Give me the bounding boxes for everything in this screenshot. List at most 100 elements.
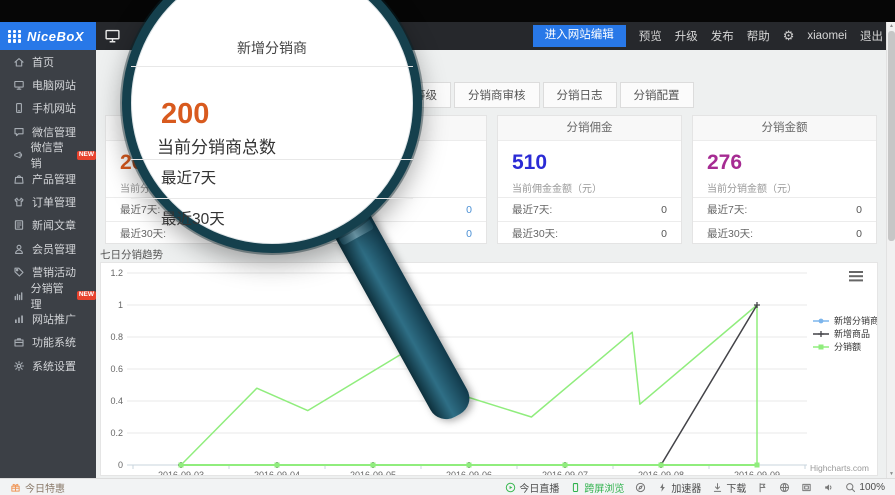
settings-gear-icon[interactable]: ⚙	[783, 28, 795, 44]
menu-upgrade[interactable]: 升级	[675, 28, 698, 44]
magnifier-glass: 新增分销商 200 当前分销商总数 最近7天 最近30天	[122, 0, 422, 253]
status-item-label: 100%	[859, 482, 885, 493]
sidebar-item-wechat-marketing[interactable]: 微信营销NEW	[0, 144, 96, 167]
tab-logs[interactable]: 分销日志	[543, 82, 617, 108]
sidebar-item-label: 产品管理	[32, 171, 76, 187]
member-icon	[13, 243, 25, 255]
sidebar-item-promotion[interactable]: 网站推广	[0, 307, 96, 330]
card-commission: 分销佣金510当前佣金金额（元）最近7天:0最近30天:0	[497, 115, 682, 244]
sidebar-item-settings[interactable]: 系统设置	[0, 354, 96, 377]
phone-green-icon	[570, 482, 581, 493]
scroll-up-arrow[interactable]: ▲	[887, 23, 895, 29]
status-item-window[interactable]	[801, 482, 812, 493]
gift-icon	[10, 482, 21, 493]
sidebar-item-members[interactable]: 会员管理	[0, 237, 96, 260]
card-caption: 当前佣金金额（元）	[512, 180, 602, 195]
chart-title: 七日分销趋势	[100, 247, 163, 262]
card-value: 276	[707, 151, 742, 175]
new-badge: NEW	[77, 151, 96, 160]
sidebar-item-label: 分销管理	[31, 280, 70, 312]
scroll-down-arrow[interactable]: ▼	[887, 471, 895, 477]
row-value: 0	[466, 204, 472, 216]
lightning-icon	[657, 482, 668, 493]
card-amount: 分销金额276当前分销金额（元）最近7天:0最近30天:0	[692, 115, 877, 244]
status-item-download[interactable]: 下载	[712, 480, 746, 495]
brand-logo[interactable]: NiceBoX	[0, 22, 96, 50]
sidebar-item-label: 功能系统	[32, 334, 76, 350]
status-item-cross-screen[interactable]: 跨屏浏览	[570, 480, 624, 495]
sidebar-item-distribution[interactable]: 分销管理NEW	[0, 284, 96, 307]
enter-site-edit-button[interactable]: 进入网站编辑	[533, 25, 626, 47]
row-value: 0	[856, 228, 862, 240]
username[interactable]: xiaomei	[807, 30, 847, 42]
chart-menu-icon[interactable]	[849, 275, 863, 277]
legend-item[interactable]: 新增分销商	[834, 315, 877, 326]
sidebar: 首页电脑网站手机网站微信管理微信营销NEW产品管理订单管理新闻文章会员管理营销活…	[0, 50, 96, 478]
status-item-zoom[interactable]: 100%	[845, 482, 885, 493]
menu-help[interactable]: 帮助	[747, 28, 770, 44]
case-icon	[13, 336, 25, 348]
magnified-card-caption: 当前分销商总数	[157, 133, 276, 158]
sidebar-item-features[interactable]: 功能系统	[0, 331, 96, 354]
status-item-live[interactable]: 今日直播	[505, 480, 559, 495]
tab-review[interactable]: 分销商审核	[454, 82, 540, 108]
screenshot-root: NiceBoX 进入网站编辑 预览 升级 发布 帮助 ⚙ xiaomei 退出 …	[0, 0, 895, 495]
legend-item[interactable]: 新增商品	[834, 328, 870, 339]
logout-link[interactable]: 退出	[860, 28, 883, 44]
svg-text:2016-09-06: 2016-09-06	[446, 470, 492, 475]
tab-config[interactable]: 分销配置	[620, 82, 694, 108]
home-icon	[13, 56, 25, 68]
sidebar-item-label: 订单管理	[32, 194, 76, 210]
magnified-card: 新增分销商 200 当前分销商总数 最近7天 最近30天	[131, 0, 413, 244]
todays-deal-item[interactable]: 今日特惠	[10, 480, 65, 495]
card-caption: 当前分销金额（元）	[707, 180, 797, 195]
scrollbar-thumb[interactable]	[888, 31, 895, 241]
status-item-booster[interactable]: 加速器	[657, 480, 701, 495]
sidebar-item-home[interactable]: 首页	[0, 50, 96, 73]
sidebar-item-products[interactable]: 产品管理	[0, 167, 96, 190]
chart-menu-icon[interactable]	[849, 279, 863, 281]
svg-text:0.8: 0.8	[110, 332, 123, 342]
status-item-label: 加速器	[671, 480, 701, 495]
chart-menu-icon[interactable]	[849, 271, 863, 273]
menu-publish[interactable]: 发布	[711, 28, 734, 44]
sidebar-item-pc-site[interactable]: 电脑网站	[0, 73, 96, 96]
svg-text:2016-09-09: 2016-09-09	[734, 470, 780, 475]
shirt-icon	[13, 196, 25, 208]
row-value: 0	[466, 228, 472, 240]
svg-text:2016-09-03: 2016-09-03	[158, 470, 204, 475]
sidebar-item-label: 营销活动	[32, 264, 76, 280]
tag-icon	[13, 266, 25, 278]
row-label: 最近7天:	[512, 202, 552, 217]
legend-item[interactable]: 分销额	[834, 341, 861, 352]
svg-text:0.6: 0.6	[110, 364, 123, 374]
new-badge: NEW	[77, 291, 96, 300]
pc-view-icon[interactable]	[104, 27, 121, 49]
compass-icon	[635, 482, 646, 493]
row-label: 最近30天:	[512, 226, 558, 241]
vertical-scrollbar[interactable]: ▲ ▼	[886, 22, 895, 478]
sidebar-item-label: 系统设置	[32, 358, 76, 374]
status-item-compass[interactable]	[635, 482, 646, 493]
sidebar-item-news[interactable]: 新闻文章	[0, 214, 96, 237]
card-value: 510	[512, 151, 547, 175]
row-value: 0	[661, 204, 667, 216]
sidebar-item-mobile-site[interactable]: 手机网站	[0, 97, 96, 120]
globe-icon	[779, 482, 790, 493]
status-item-sound[interactable]	[823, 482, 834, 493]
status-bar: 今日特惠 今日直播跨屏浏览 加速器下载 100%	[0, 478, 895, 495]
phone-icon	[13, 102, 25, 114]
sidebar-item-label: 电脑网站	[32, 77, 76, 93]
bag-icon	[13, 173, 25, 185]
svg-text:0.2: 0.2	[110, 428, 123, 438]
svg-text:0.4: 0.4	[110, 396, 123, 406]
magnified-card-title: 新增分销商	[131, 38, 413, 58]
status-item-flag[interactable]	[757, 482, 768, 493]
menu-preview[interactable]: 预览	[639, 28, 662, 44]
chat-icon	[13, 126, 25, 138]
status-item-browser[interactable]	[779, 482, 790, 493]
row-value: 0	[856, 204, 862, 216]
card-title: 分销金额	[693, 116, 876, 141]
highcharts-credit[interactable]: Highcharts.com	[810, 463, 869, 473]
sidebar-item-orders[interactable]: 订单管理	[0, 190, 96, 213]
